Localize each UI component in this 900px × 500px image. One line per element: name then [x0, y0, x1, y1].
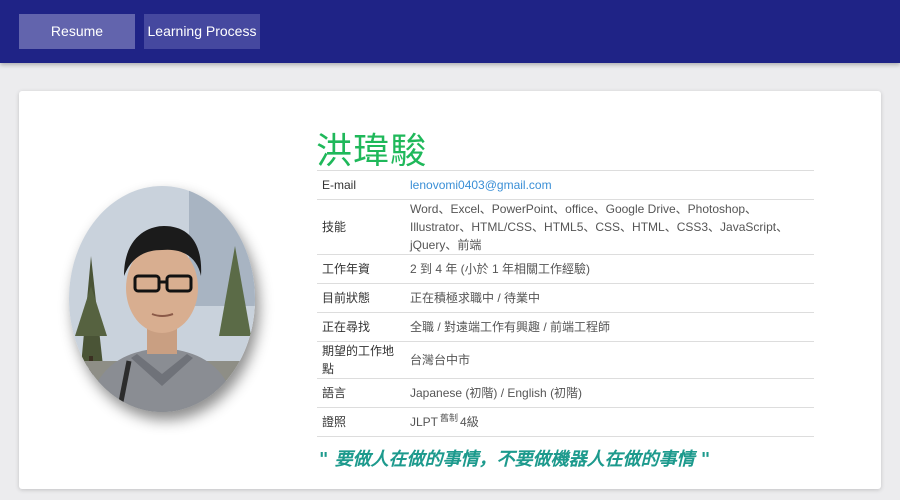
language-value: Japanese (初階) / English (初階) [405, 378, 814, 408]
person-name: 洪瑋駿 [316, 131, 428, 172]
table-row: 目前狀態 正在積極求職中 / 待業中 [317, 283, 814, 313]
license-label: 證照 [317, 407, 405, 437]
email-label: E-mail [317, 170, 405, 200]
top-navigation-bar: Resume Learning Process [0, 0, 900, 63]
license-superscript: 舊制 [440, 412, 459, 423]
seeking-value: 全職 / 對遠端工作有興趣 / 前端工程師 [405, 312, 814, 342]
location-label: 期望的工作地點 [317, 341, 405, 379]
skills-value: Word、Excel、PowerPoint、office、Google Driv… [405, 199, 814, 255]
email-link[interactable]: lenovomi0403@gmail.com [410, 178, 552, 192]
table-row: E-mail lenovomi0403@gmail.com [317, 170, 814, 200]
profile-photo [69, 186, 255, 412]
status-value: 正在積極求職中 / 待業中 [405, 283, 814, 313]
experience-label: 工作年資 [317, 254, 405, 284]
nav-learning-process-button[interactable]: Learning Process [144, 14, 260, 49]
resume-card: 洪瑋駿 E-mail lenovomi0403@gmail.com 技能 Wor… [19, 91, 881, 489]
email-value: lenovomi0403@gmail.com [405, 170, 814, 200]
profile-photo-icon [69, 186, 255, 412]
info-table: E-mail lenovomi0403@gmail.com 技能 Word、Ex… [317, 170, 814, 437]
table-row: 正在尋找 全職 / 對遠端工作有興趣 / 前端工程師 [317, 312, 814, 342]
table-row: 語言 Japanese (初階) / English (初階) [317, 378, 814, 408]
table-row: 工作年資 2 到 4 年 (小於 1 年相關工作經驗) [317, 254, 814, 284]
location-value: 台灣台中市 [405, 341, 814, 379]
experience-value: 2 到 4 年 (小於 1 年相關工作經驗) [405, 254, 814, 284]
table-row: 期望的工作地點 台灣台中市 [317, 341, 814, 379]
language-label: 語言 [317, 378, 405, 408]
seeking-label: 正在尋找 [317, 312, 405, 342]
license-value: JLPT 舊制 4級 [405, 407, 814, 437]
table-row: 證照 JLPT 舊制 4級 [317, 407, 814, 437]
license-prefix: JLPT [410, 414, 439, 429]
nav-resume-button[interactable]: Resume [19, 14, 135, 49]
motto-quote: " 要做人在做的事情，不要做機器人在做的事情 " [319, 449, 711, 470]
license-suffix: 4級 [460, 414, 479, 429]
skills-label: 技能 [317, 199, 405, 255]
table-row: 技能 Word、Excel、PowerPoint、office、Google D… [317, 199, 814, 255]
status-label: 目前狀態 [317, 283, 405, 313]
